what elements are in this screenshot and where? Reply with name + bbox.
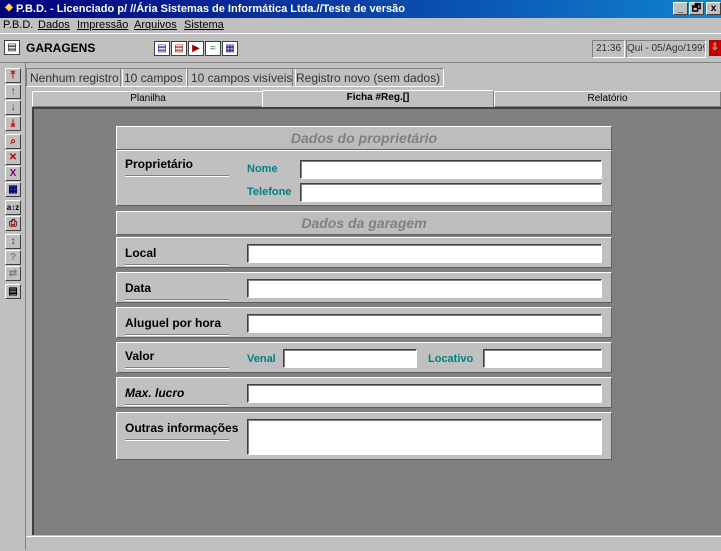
status-fields: 10 campos bbox=[120, 68, 187, 87]
section-owner-header: Dados do proprietário bbox=[116, 126, 612, 150]
owner-label: Proprietário bbox=[125, 157, 194, 171]
locativo-field[interactable] bbox=[483, 349, 602, 368]
rent-label: Aluguel por hora bbox=[125, 316, 221, 330]
section-garage-header: Dados da garagem bbox=[116, 211, 612, 235]
first-record-icon[interactable]: ⤒ bbox=[5, 68, 21, 83]
save-icon[interactable]: ▤ bbox=[154, 41, 170, 56]
calculate-icon[interactable]: ↕ bbox=[5, 234, 21, 249]
module-title: GARAGENS bbox=[26, 41, 96, 55]
label-underline bbox=[125, 404, 229, 406]
dual-view-icon[interactable]: ⇄ bbox=[5, 266, 21, 281]
menu-pbd[interactable]: P.B.D. bbox=[3, 18, 33, 33]
side-toolbar: ⤒ ↑ ↓ ⤓ ⌕ ✕ X ▦ a↕z ⎙ ↕ ? ⇄ ▤ bbox=[0, 63, 26, 550]
next-record-icon[interactable]: ↓ bbox=[5, 100, 21, 115]
max-profit-field[interactable] bbox=[247, 384, 602, 403]
name-field[interactable] bbox=[300, 160, 602, 179]
tab-ficha[interactable]: Ficha #Reg.[] bbox=[262, 90, 494, 107]
new-record-icon[interactable]: ⌕ bbox=[5, 134, 21, 149]
menu-bar: P.B.D. Dados Impressão Arquivos Sistema bbox=[0, 18, 721, 33]
other-info-row: Outras informações bbox=[116, 412, 612, 460]
value-row: Valor Venal Locativo bbox=[116, 342, 612, 373]
venal-label: Venal bbox=[247, 353, 276, 365]
date-label: Data bbox=[125, 281, 152, 295]
status-records: Nenhum registro bbox=[26, 68, 123, 87]
report-icon[interactable]: ▦ bbox=[222, 41, 238, 56]
name-label: Nome bbox=[247, 163, 278, 175]
clock-display: 21:36 bbox=[592, 40, 625, 58]
chart-icon[interactable]: ≈ bbox=[205, 41, 221, 56]
phone-label: Telefone bbox=[247, 186, 292, 198]
label-underline bbox=[125, 299, 229, 301]
toolbar: ▤ GARAGENS ▤ ▤ ▶ ≈ ▦ 21:36 Qui - 05/Ago/… bbox=[0, 33, 721, 63]
max-profit-row: Max. lucro bbox=[116, 377, 612, 408]
label-underline bbox=[125, 367, 229, 369]
phone-field[interactable] bbox=[300, 183, 602, 202]
title-bar: ◆ P.B.D. - Licenciado p/ //Ária Sistemas… bbox=[0, 0, 721, 18]
minimize-button[interactable]: _ bbox=[673, 2, 688, 15]
bottom-status-bar bbox=[26, 536, 721, 551]
other-info-label: Outras informações bbox=[125, 421, 239, 435]
date-display: Qui - 05/Ago/1999 bbox=[626, 40, 706, 58]
local-row: Local bbox=[116, 237, 612, 268]
query-icon[interactable]: ? bbox=[5, 250, 21, 265]
last-record-icon[interactable]: ⤓ bbox=[5, 116, 21, 131]
value-label: Valor bbox=[125, 349, 155, 363]
menu-impressao[interactable]: Impressão bbox=[77, 18, 128, 33]
exit-icon[interactable]: ⇩ bbox=[709, 40, 721, 56]
grid-icon[interactable]: ▦ bbox=[5, 182, 21, 197]
tab-relatorio[interactable]: Relatório bbox=[494, 91, 721, 107]
module-icon: ▤ bbox=[4, 40, 20, 55]
previous-record-icon[interactable]: ↑ bbox=[5, 84, 21, 99]
label-underline bbox=[125, 264, 229, 266]
max-profit-label: Max. lucro bbox=[125, 386, 185, 400]
window-title: P.B.D. - Licenciado p/ //Ária Sistemas d… bbox=[16, 3, 405, 15]
status-visible-fields: 10 campos visíveis bbox=[187, 68, 297, 87]
calculator-icon[interactable]: ▤ bbox=[5, 284, 21, 299]
venal-field[interactable] bbox=[283, 349, 417, 368]
print-icon[interactable]: ⎙ bbox=[5, 216, 21, 231]
owner-row: Proprietário Nome Telefone bbox=[116, 150, 612, 206]
date-row: Data bbox=[116, 272, 612, 303]
rent-row: Aluguel por hora bbox=[116, 307, 612, 338]
other-info-field[interactable] bbox=[247, 419, 602, 455]
menu-dados[interactable]: Dados bbox=[38, 18, 70, 33]
close-button[interactable]: x bbox=[706, 2, 721, 15]
rent-field[interactable] bbox=[247, 314, 602, 333]
date-field[interactable] bbox=[247, 279, 602, 298]
label-underline bbox=[125, 175, 229, 177]
label-underline bbox=[125, 439, 229, 441]
print-icon[interactable]: ▤ bbox=[171, 41, 187, 56]
delete-record-icon[interactable]: ✕ bbox=[5, 150, 21, 165]
print-preview-icon[interactable]: ▶ bbox=[188, 41, 204, 56]
local-label: Local bbox=[125, 246, 157, 260]
menu-arquivos[interactable]: Arquivos bbox=[134, 18, 177, 33]
app-icon: ◆ bbox=[5, 2, 13, 13]
label-underline bbox=[125, 334, 229, 336]
local-field[interactable] bbox=[247, 244, 602, 263]
sort-icon[interactable]: a↕z bbox=[5, 200, 21, 215]
filter-icon[interactable]: X bbox=[5, 166, 21, 181]
locativo-label: Locativo bbox=[428, 353, 474, 365]
status-new-record: Registro novo (sem dados) bbox=[292, 68, 445, 87]
menu-sistema[interactable]: Sistema bbox=[184, 18, 224, 33]
tab-planilha[interactable]: Planilha bbox=[32, 91, 264, 107]
restore-button[interactable]: 🗗 bbox=[689, 2, 704, 15]
